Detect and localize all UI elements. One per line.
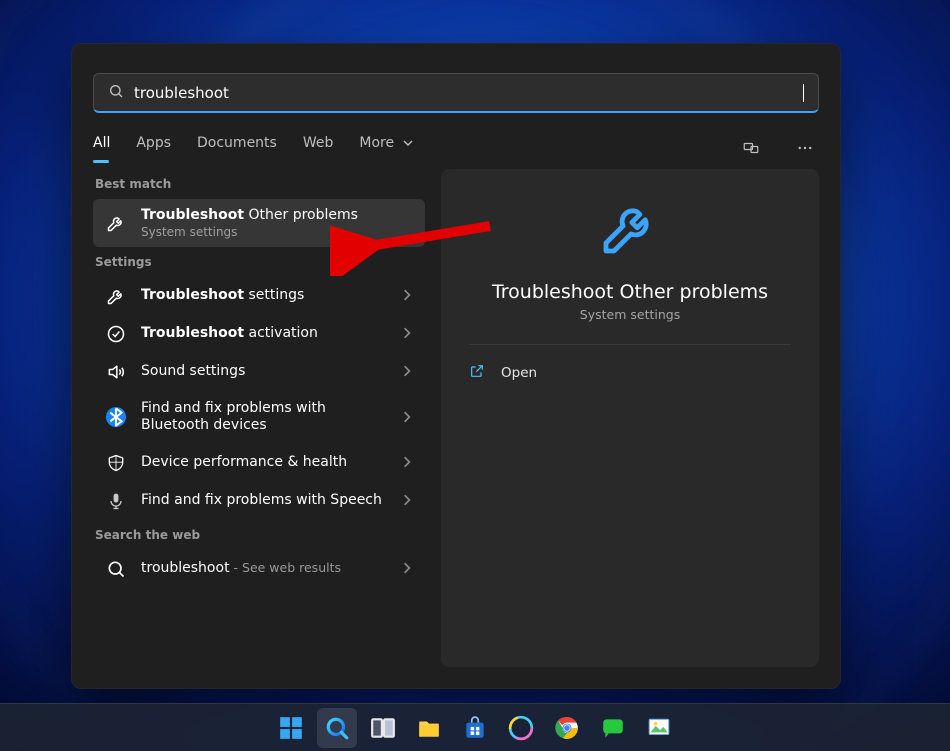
result-web-search[interactable]: troubleshoot - See web results: [93, 550, 425, 588]
tab-web[interactable]: Web: [303, 135, 334, 161]
chevron-right-icon: [401, 362, 413, 381]
project-to-device-icon[interactable]: [737, 139, 765, 157]
preview-pane: Troubleshoot Other problems System setti…: [441, 169, 819, 667]
checkmark-icon: [105, 324, 127, 344]
chevron-right-icon: [401, 286, 413, 305]
open-action[interactable]: Open: [469, 363, 537, 383]
bluetooth-icon: [105, 407, 127, 427]
result-best-match[interactable]: Troubleshoot Other problems System setti…: [93, 199, 425, 247]
chevron-down-icon: [403, 138, 413, 148]
result-title: Troubleshoot Other problems: [141, 207, 413, 225]
result-subtitle: System settings: [141, 225, 413, 239]
result-sound-settings[interactable]: Sound settings: [93, 353, 425, 391]
chevron-right-icon: [401, 324, 413, 343]
search-input-container[interactable]: [93, 73, 819, 113]
filter-tabs: All Apps Documents Web More: [93, 135, 819, 161]
tab-all[interactable]: All: [93, 135, 110, 161]
result-title: Find and fix problems with Bluetooth dev…: [141, 400, 387, 435]
taskbar-chrome[interactable]: [547, 708, 587, 748]
section-best-match: Best match: [95, 177, 425, 191]
tab-more-label: More: [359, 135, 394, 151]
search-icon: [105, 559, 127, 579]
search-panel: All Apps Documents Web More Best match T…: [71, 43, 841, 689]
chevron-right-icon: [401, 453, 413, 472]
result-title: Device performance & health: [141, 454, 387, 472]
tab-documents[interactable]: Documents: [197, 135, 277, 161]
divider: [469, 344, 791, 345]
shield-icon: [105, 453, 127, 473]
taskbar-store[interactable]: [455, 708, 495, 748]
chevron-right-icon: [401, 491, 413, 510]
result-device-health[interactable]: Device performance & health: [93, 444, 425, 482]
microphone-icon: [105, 491, 127, 511]
chevron-right-icon: [401, 559, 413, 578]
taskbar-paint[interactable]: [639, 708, 679, 748]
results-column: Best match Troubleshoot Other problems S…: [93, 169, 425, 667]
preview-subtitle: System settings: [580, 307, 680, 322]
result-troubleshoot-settings[interactable]: Troubleshoot settings: [93, 277, 425, 315]
wrench-icon: [598, 195, 662, 263]
result-title: troubleshoot - See web results: [141, 560, 387, 578]
tab-apps[interactable]: Apps: [136, 135, 171, 161]
open-label: Open: [501, 365, 537, 381]
taskbar-copilot[interactable]: [501, 708, 541, 748]
result-bluetooth-fix[interactable]: Find and fix problems with Bluetooth dev…: [93, 391, 425, 444]
tab-more[interactable]: More: [359, 135, 412, 161]
chevron-right-icon: [401, 408, 413, 427]
open-external-icon: [469, 363, 485, 383]
text-caret: [803, 84, 804, 102]
taskbar: [0, 703, 950, 751]
taskbar-taskview[interactable]: [363, 708, 403, 748]
result-title: Sound settings: [141, 363, 387, 381]
search-icon: [108, 83, 124, 103]
result-title: Troubleshoot activation: [141, 325, 387, 343]
result-title: Find and fix problems with Speech: [141, 492, 387, 510]
taskbar-start[interactable]: [271, 708, 311, 748]
more-options-icon[interactable]: [791, 139, 819, 157]
taskbar-search[interactable]: [317, 708, 357, 748]
result-troubleshoot-activation[interactable]: Troubleshoot activation: [93, 315, 425, 353]
section-settings: Settings: [95, 255, 425, 269]
preview-title: Troubleshoot Other problems: [492, 281, 768, 303]
taskbar-explorer[interactable]: [409, 708, 449, 748]
taskbar-chat[interactable]: [593, 708, 633, 748]
result-title: Troubleshoot settings: [141, 287, 387, 305]
section-web: Search the web: [95, 528, 425, 542]
result-speech-fix[interactable]: Find and fix problems with Speech: [93, 482, 425, 520]
wrench-icon: [105, 213, 127, 233]
speaker-icon: [105, 362, 127, 382]
search-input[interactable]: [134, 84, 793, 102]
wrench-icon: [105, 286, 127, 306]
